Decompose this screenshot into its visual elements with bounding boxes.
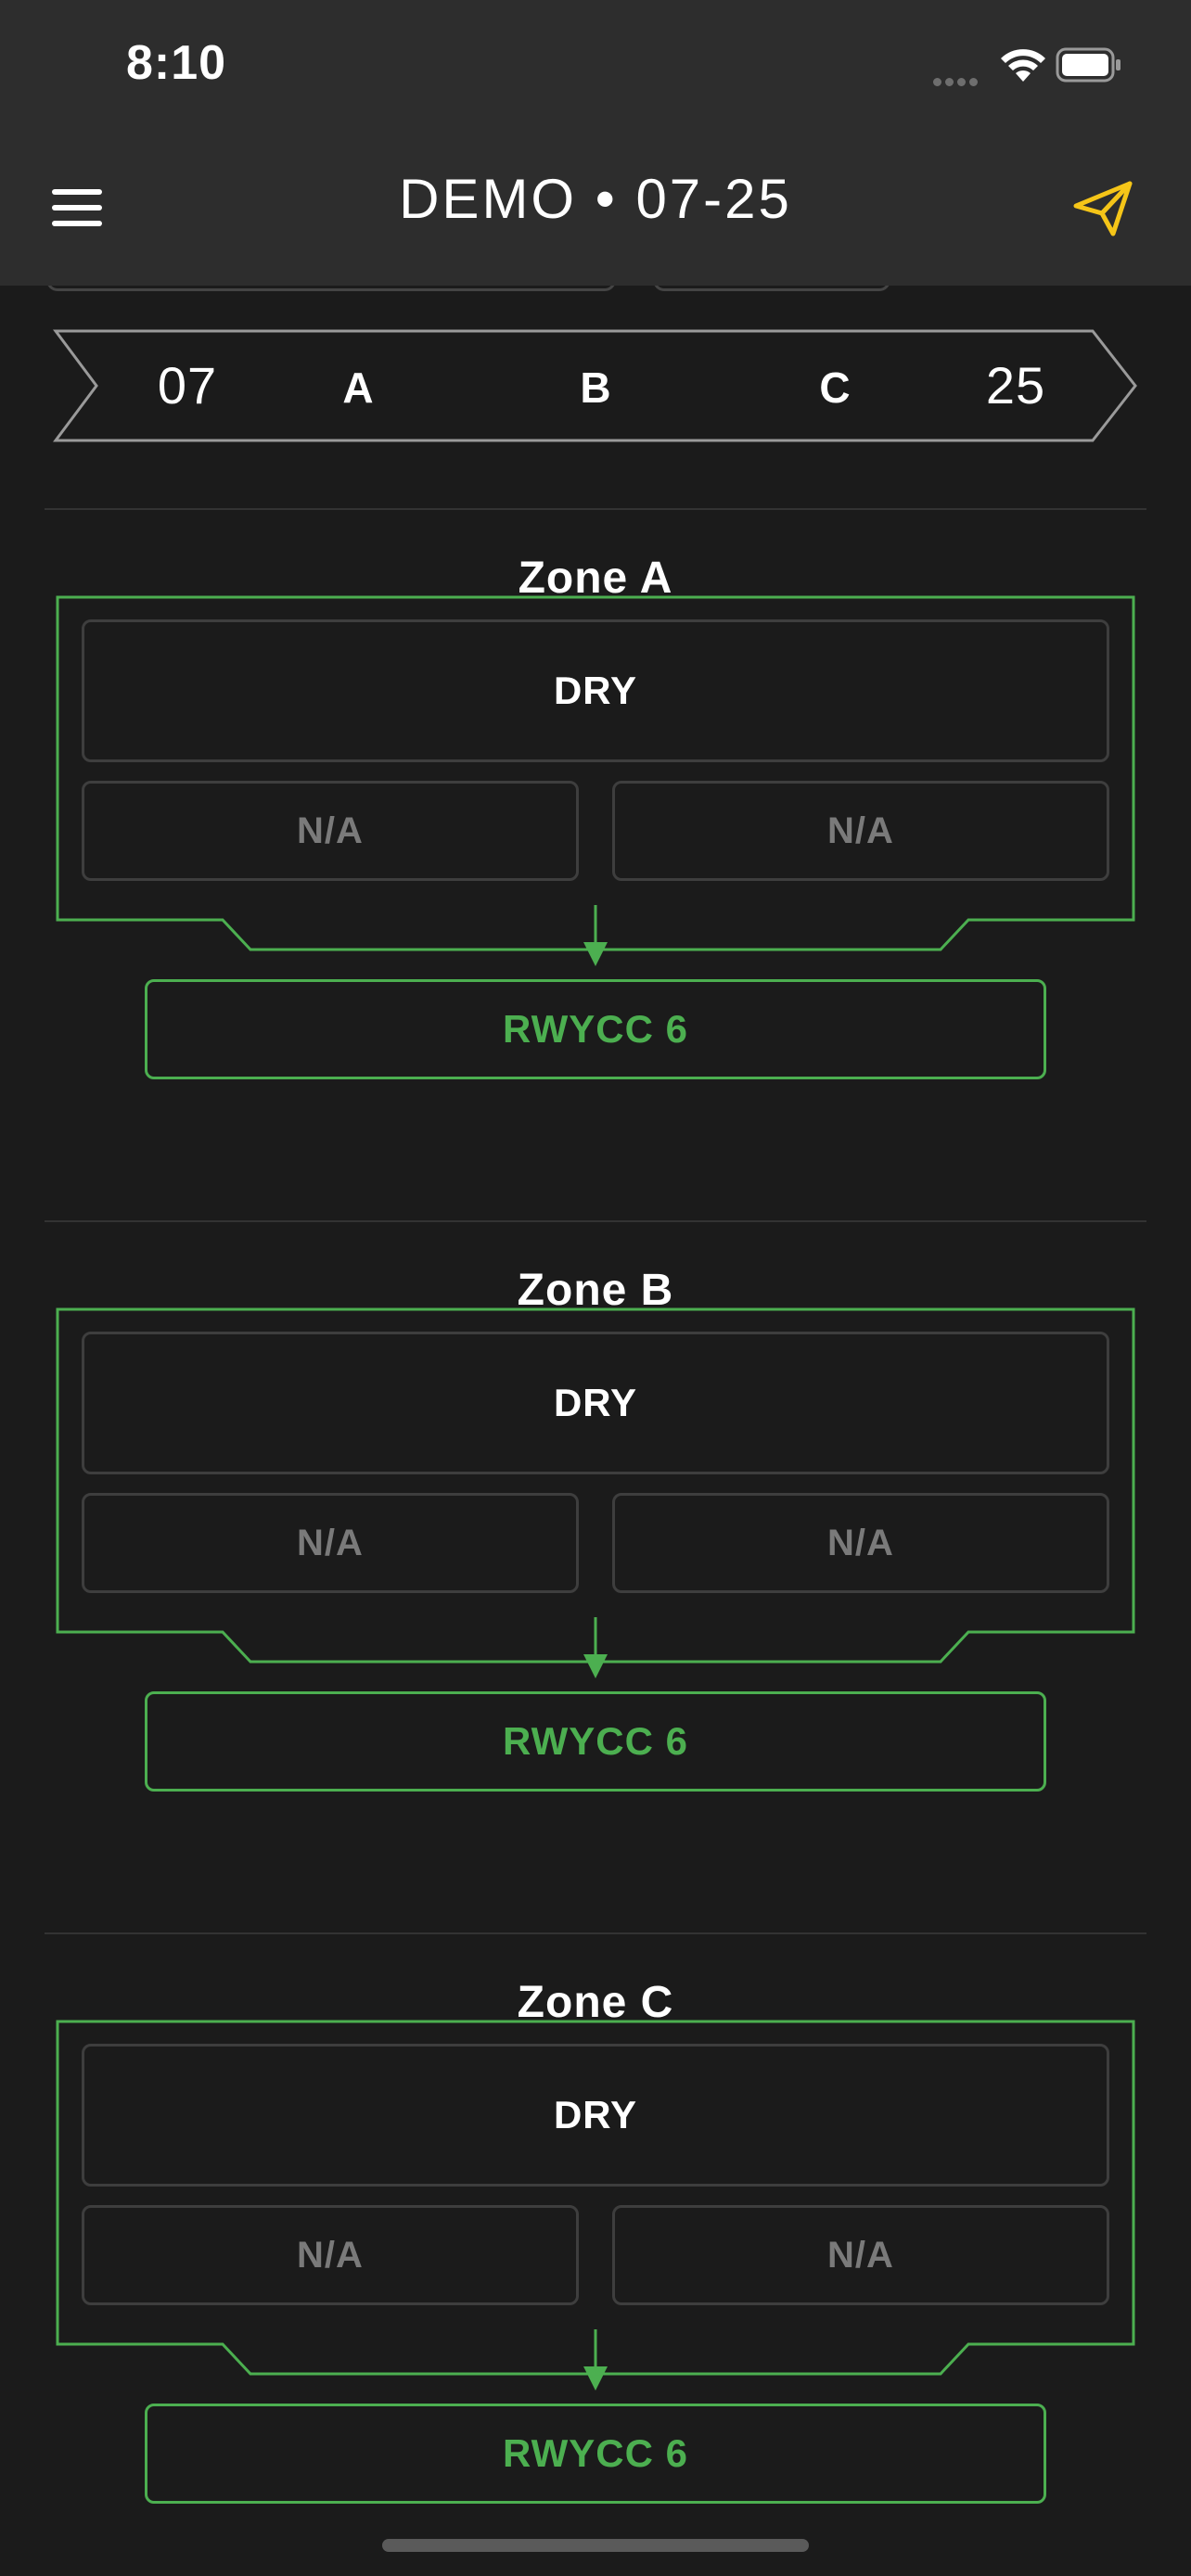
contaminant-coverage-button[interactable]: N/A xyxy=(82,2205,579,2305)
contaminant-coverage-button[interactable]: N/A xyxy=(82,781,579,881)
header: 8:10 DEMO • 07-25 xyxy=(0,0,1191,286)
rwycc-button[interactable]: RWYCC 6 xyxy=(145,2404,1046,2504)
runway-zone-label-a: A xyxy=(342,363,374,412)
runway-zone-label-b: B xyxy=(580,363,611,412)
battery-icon xyxy=(1056,47,1121,83)
contaminant-depth-button[interactable]: N/A xyxy=(612,1493,1109,1593)
rwycc-button[interactable]: RWYCC 6 xyxy=(145,979,1046,1079)
send-button[interactable] xyxy=(1072,178,1133,239)
status-time: 8:10 xyxy=(126,36,227,90)
home-indicator[interactable] xyxy=(382,2539,809,2552)
wifi-icon xyxy=(1001,49,1045,82)
runway-diagram: 07 A B C 25 xyxy=(52,327,1139,444)
runway-end-left: 07 xyxy=(157,356,218,414)
divider xyxy=(45,508,1146,510)
arrow-down-icon xyxy=(583,1617,608,1678)
zone-section-c: Zone C DRY N/A N/A RWYCC 6 xyxy=(0,1977,1191,2576)
contaminant-coverage-button[interactable]: N/A xyxy=(82,1493,579,1593)
app-screen: 8:10 DEMO • 07-25 07 A B C 25 Zone A DRY… xyxy=(0,0,1191,2576)
arrow-down-icon xyxy=(583,2329,608,2391)
page-title: DEMO • 07-25 xyxy=(399,168,792,230)
surface-condition-button[interactable]: DRY xyxy=(82,619,1109,762)
cellular-signal-icon xyxy=(933,74,981,91)
contaminant-depth-button[interactable]: N/A xyxy=(612,2205,1109,2305)
divider xyxy=(45,1220,1146,1222)
runway-end-right: 25 xyxy=(985,356,1046,414)
arrow-down-icon xyxy=(583,905,608,966)
rwycc-button[interactable]: RWYCC 6 xyxy=(145,1691,1046,1792)
runway-zone-label-c: C xyxy=(819,363,851,412)
status-icons xyxy=(933,43,1121,91)
surface-condition-button[interactable]: DRY xyxy=(82,2044,1109,2187)
paper-plane-icon xyxy=(1073,181,1133,236)
contaminant-depth-button[interactable]: N/A xyxy=(612,781,1109,881)
zone-section-a: Zone A DRY N/A N/A RWYCC 6 xyxy=(0,553,1191,1192)
surface-condition-button[interactable]: DRY xyxy=(82,1332,1109,1474)
divider xyxy=(45,1932,1146,1934)
zone-section-b: Zone B DRY N/A N/A RWYCC 6 xyxy=(0,1265,1191,1905)
